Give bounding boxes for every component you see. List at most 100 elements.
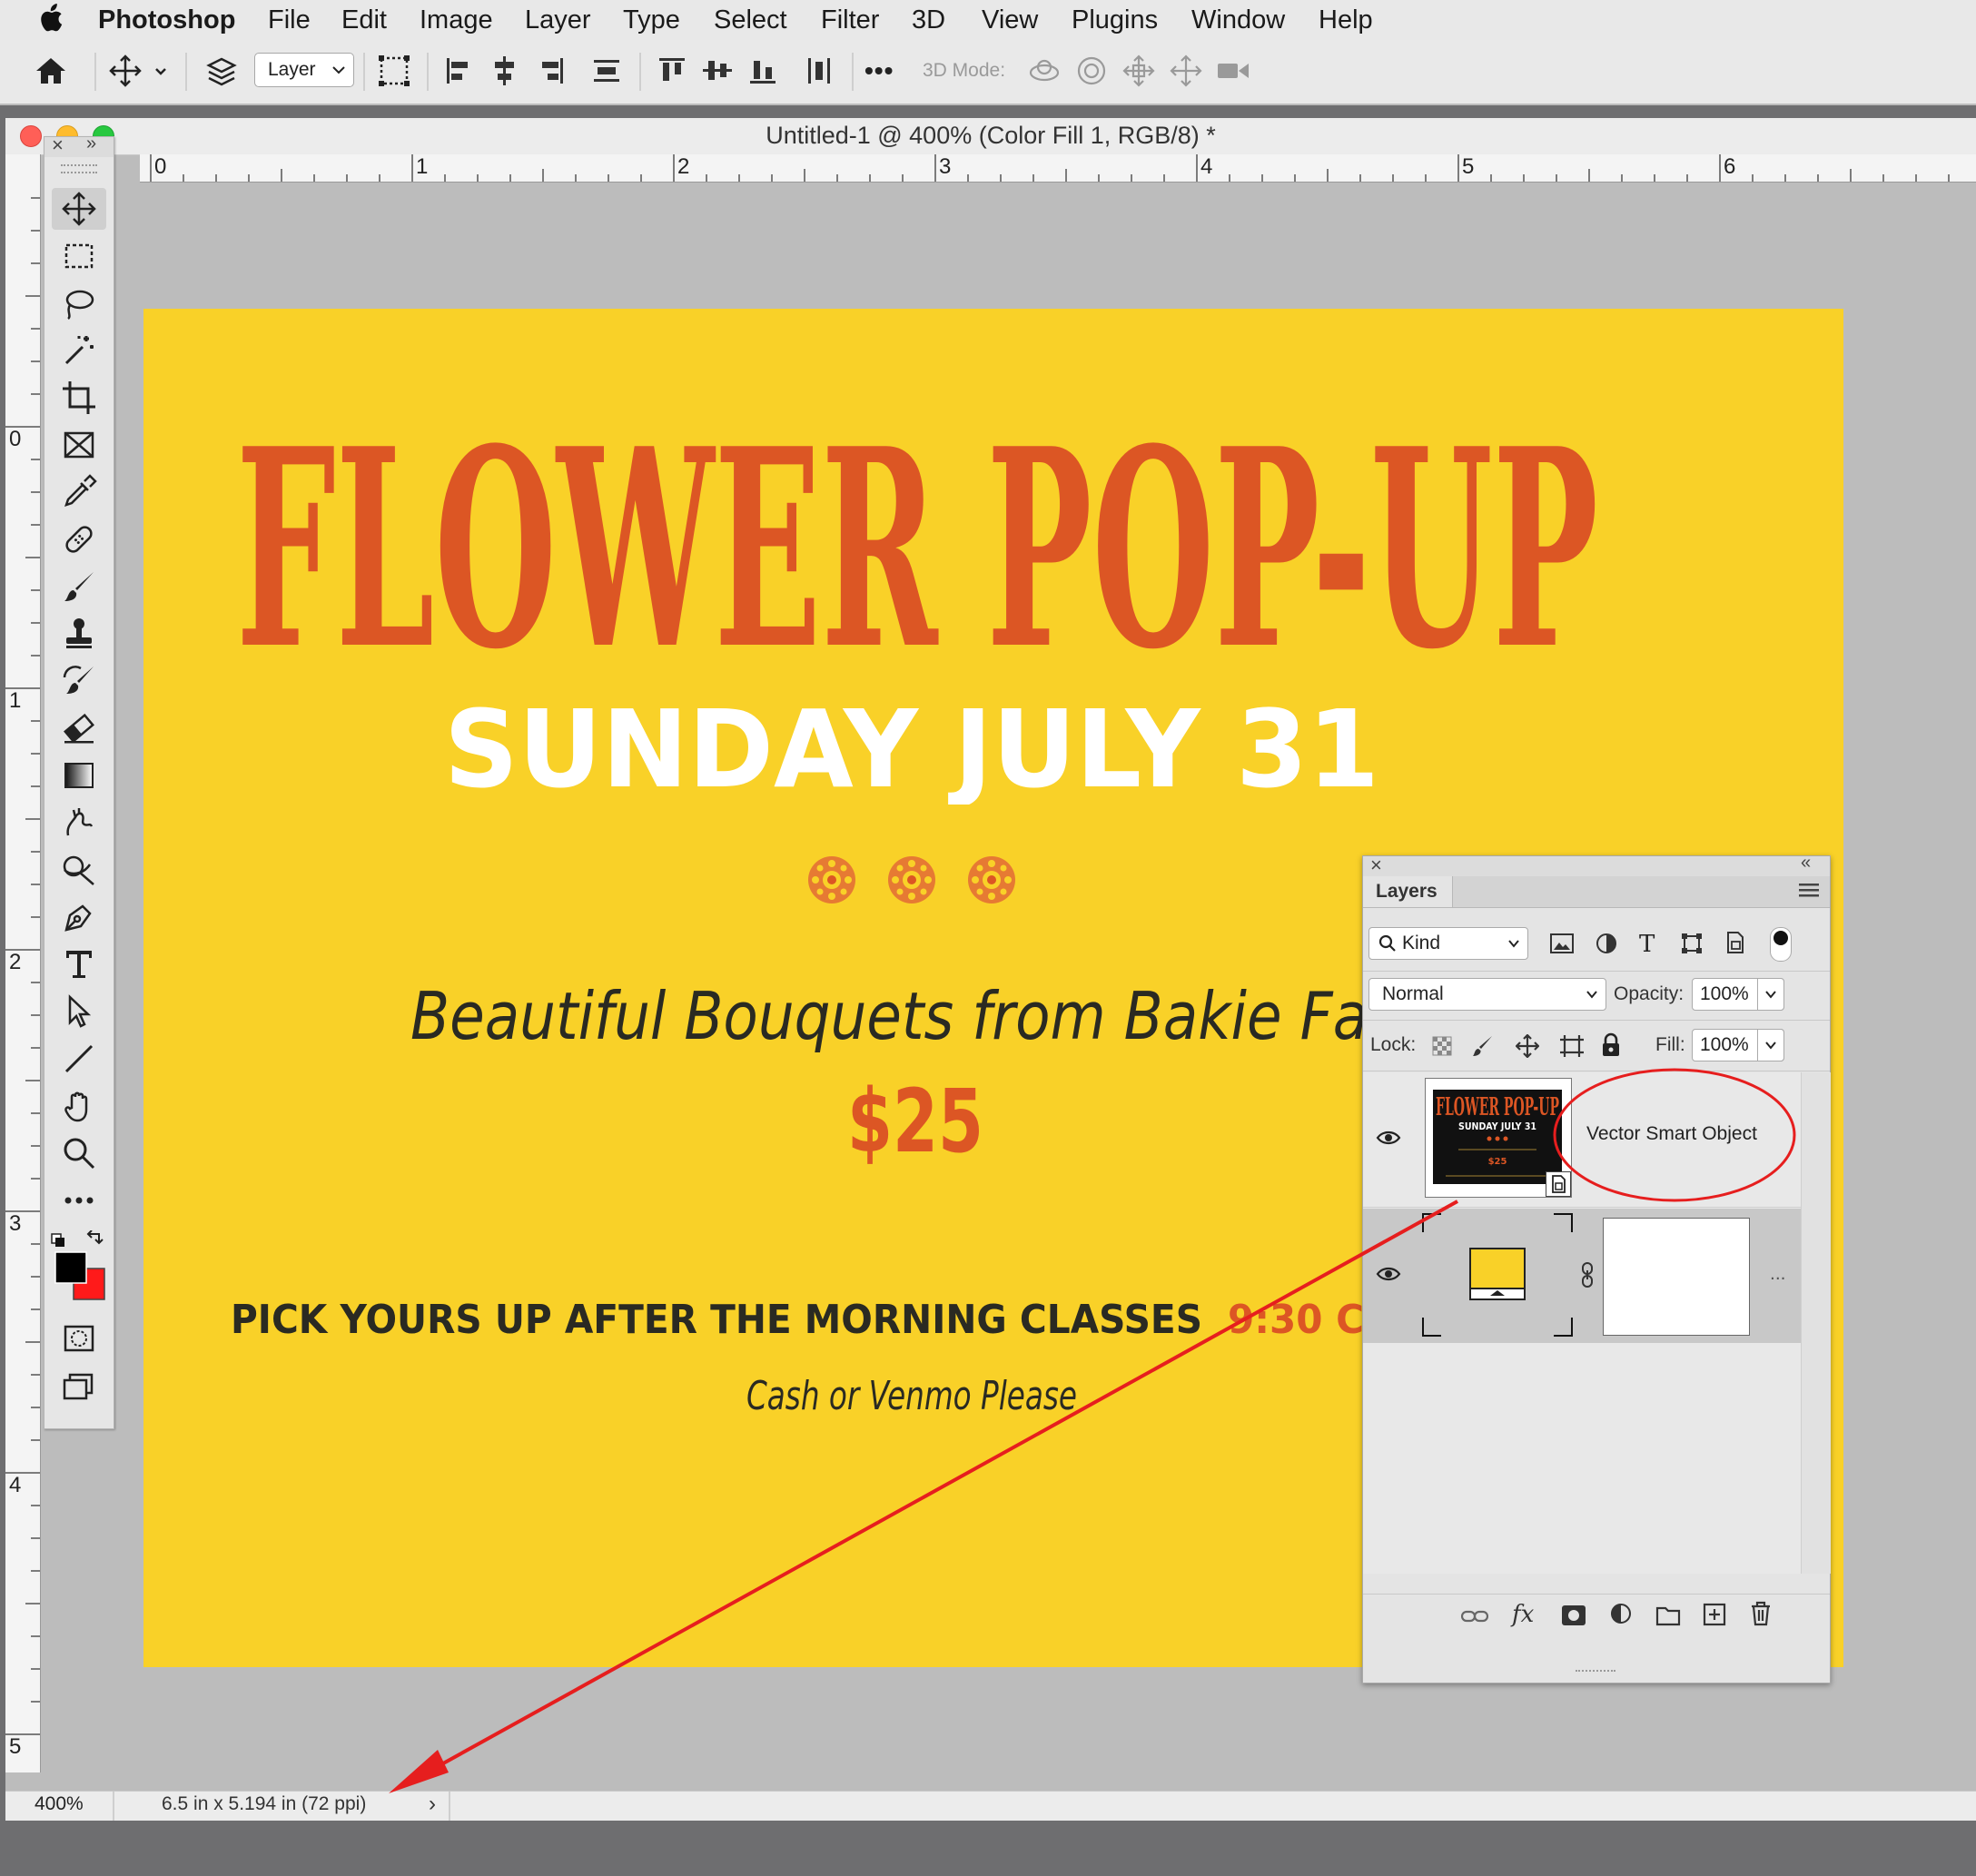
3d-slide-icon[interactable] <box>1168 53 1204 89</box>
fill-layer-thumbnail[interactable] <box>1421 1212 1574 1338</box>
horizontal-ruler[interactable]: 0 1 2 3 4 5 6 <box>140 154 1976 183</box>
add-mask-icon[interactable] <box>1561 1604 1586 1626</box>
menu-filter[interactable]: Filter <box>821 5 879 35</box>
menu-layer[interactable]: Layer <box>525 5 591 35</box>
gradient-tool-icon[interactable] <box>52 755 106 796</box>
filter-type-icon[interactable]: T <box>1639 931 1655 958</box>
distribute-icon[interactable] <box>588 53 625 89</box>
lasso-tool-icon[interactable] <box>52 282 106 324</box>
3d-orbit-icon[interactable] <box>1026 53 1062 89</box>
filter-shape-icon[interactable] <box>1681 933 1703 954</box>
tab-layers[interactable]: Layers <box>1363 876 1453 907</box>
vertical-ruler[interactable]: 0 1 2 3 4 5 <box>5 154 41 1772</box>
close-icon[interactable]: × <box>1370 854 1382 877</box>
filter-pixel-icon[interactable] <box>1550 933 1574 954</box>
brush-tool-icon[interactable] <box>52 566 106 607</box>
distribute-vertical-icon[interactable] <box>801 53 837 89</box>
healing-brush-tool-icon[interactable] <box>52 518 106 560</box>
opacity-dropdown[interactable] <box>1757 978 1784 1011</box>
layer-style-fx-icon[interactable]: fx <box>1512 1601 1534 1628</box>
home-icon[interactable] <box>33 53 69 89</box>
pen-tool-icon[interactable] <box>52 896 106 938</box>
zoom-tool-icon[interactable] <box>52 1132 106 1174</box>
eyedropper-tool-icon[interactable] <box>52 471 106 513</box>
expand-panel-icon[interactable]: » <box>86 133 96 154</box>
frame-tool-icon[interactable] <box>52 424 106 466</box>
new-adjustment-layer-icon[interactable] <box>1610 1603 1635 1628</box>
magic-wand-tool-icon[interactable] <box>52 330 106 371</box>
lock-transparent-icon[interactable] <box>1432 1036 1452 1056</box>
visibility-eye-icon[interactable] <box>1376 1265 1401 1283</box>
smudge-tool-icon[interactable] <box>52 802 106 844</box>
delete-layer-icon[interactable] <box>1750 1601 1772 1626</box>
3d-roll-icon[interactable] <box>1073 53 1110 89</box>
eraser-tool-icon[interactable] <box>52 707 106 749</box>
menu-type[interactable]: Type <box>623 5 680 35</box>
menu-help[interactable]: Help <box>1319 5 1373 35</box>
color-swatches[interactable] <box>50 1230 108 1312</box>
menu-image[interactable]: Image <box>420 5 493 35</box>
lock-all-icon[interactable] <box>1601 1032 1621 1058</box>
panel-resize-grip[interactable] <box>1576 1670 1615 1677</box>
move-tool-preset-picker[interactable] <box>109 53 173 89</box>
menu-edit[interactable]: Edit <box>341 5 387 35</box>
quick-mask-icon[interactable] <box>52 1318 106 1359</box>
history-brush-tool-icon[interactable] <box>52 660 106 702</box>
3d-pan-icon[interactable] <box>1121 53 1157 89</box>
lock-position-icon[interactable] <box>1516 1034 1539 1058</box>
layers-stack-icon[interactable] <box>203 53 240 89</box>
panel-menu-icon[interactable] <box>1799 882 1819 898</box>
fill-dropdown[interactable] <box>1757 1029 1784 1061</box>
move-tool-icon[interactable] <box>52 188 106 230</box>
line-tool-icon[interactable] <box>52 1038 106 1080</box>
crop-tool-icon[interactable] <box>52 377 106 419</box>
filter-adjustment-icon[interactable] <box>1596 933 1617 954</box>
more-options-button[interactable]: ••• <box>864 56 894 85</box>
panel-grip[interactable] <box>61 164 97 173</box>
link-layers-icon[interactable] <box>1461 1604 1488 1628</box>
filter-toggle-switch[interactable] <box>1770 927 1792 962</box>
align-middle-icon[interactable] <box>699 53 736 89</box>
filter-smart-object-icon[interactable] <box>1724 931 1746 954</box>
auto-select-dropdown[interactable]: Layer <box>254 53 354 87</box>
align-bottom-icon[interactable] <box>745 53 781 89</box>
close-icon[interactable]: × <box>52 133 64 157</box>
transform-controls-icon[interactable] <box>376 53 412 89</box>
new-group-icon[interactable] <box>1655 1604 1681 1626</box>
mask-link-icon[interactable] <box>1581 1261 1594 1289</box>
edit-toolbar-icon[interactable] <box>52 1180 106 1221</box>
apple-icon[interactable] <box>36 2 64 35</box>
layer-row[interactable]: FLOWER POP-UP SUNDAY JULY 31 $25 Vector … <box>1363 1072 1801 1208</box>
align-top-icon[interactable] <box>654 53 690 89</box>
marquee-tool-icon[interactable] <box>52 235 106 277</box>
collapse-panel-icon[interactable]: « <box>1801 853 1811 874</box>
new-layer-icon[interactable] <box>1703 1603 1726 1626</box>
blend-mode-dropdown[interactable]: Normal <box>1368 978 1606 1011</box>
screen-mode-icon[interactable] <box>52 1365 106 1407</box>
visibility-eye-icon[interactable] <box>1376 1129 1401 1147</box>
menu-plugins[interactable]: Plugins <box>1072 5 1158 35</box>
clone-stamp-tool-icon[interactable] <box>52 613 106 655</box>
filter-kind-dropdown[interactable]: Kind <box>1368 927 1528 960</box>
lock-artboard-icon[interactable] <box>1559 1034 1585 1058</box>
hand-tool-icon[interactable] <box>52 1085 106 1127</box>
status-menu-chevron-icon[interactable]: › <box>429 1792 436 1817</box>
type-tool-icon[interactable] <box>52 943 106 985</box>
lock-pixels-icon[interactable] <box>1472 1034 1494 1058</box>
align-left-icon[interactable] <box>441 53 478 89</box>
menu-select[interactable]: Select <box>714 5 787 35</box>
menu-window[interactable]: Window <box>1191 5 1285 35</box>
dodge-tool-icon[interactable] <box>52 849 106 891</box>
layer-row-selected[interactable]: ... <box>1363 1209 1801 1343</box>
menu-app-photoshop[interactable]: Photoshop <box>98 5 235 35</box>
layers-scrollbar[interactable] <box>1801 1072 1831 1574</box>
align-center-icon[interactable] <box>487 53 523 89</box>
layer-mask-thumbnail[interactable] <box>1603 1218 1750 1336</box>
3d-camera-icon[interactable] <box>1215 53 1251 89</box>
align-right-icon[interactable] <box>532 53 568 89</box>
path-selection-tool-icon[interactable] <box>52 991 106 1032</box>
menu-view[interactable]: View <box>982 5 1038 35</box>
layer-name[interactable]: Vector Smart Object <box>1586 1123 1757 1145</box>
layer-name[interactable]: ... <box>1770 1263 1786 1285</box>
menu-file[interactable]: File <box>268 5 311 35</box>
